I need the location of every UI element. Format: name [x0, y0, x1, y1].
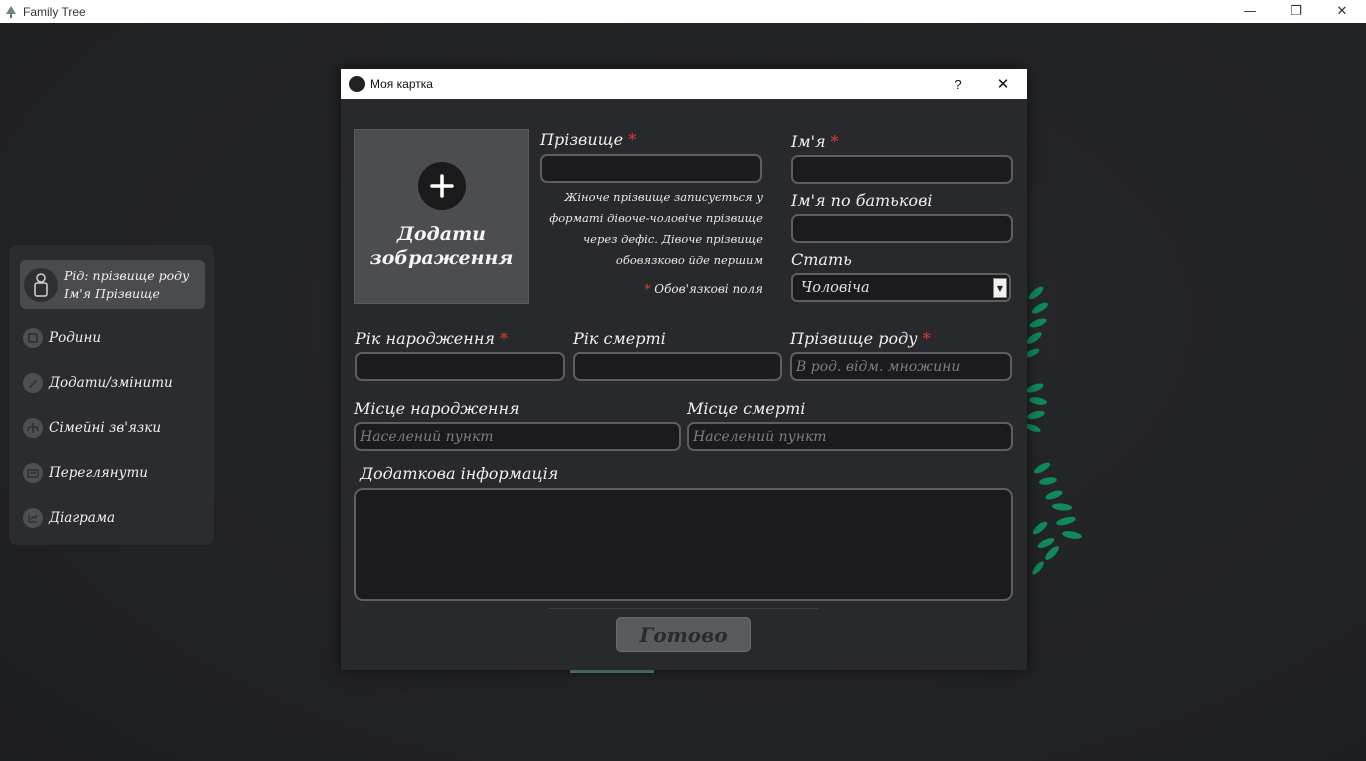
person-icon	[24, 267, 58, 302]
death-place-input[interactable]	[687, 422, 1013, 451]
surname-format-note: Жіноче прізвище записується у форматі ді…	[549, 190, 763, 267]
edit-icon	[23, 373, 43, 393]
nav-item-add-edit[interactable]: Додати/змінити	[23, 371, 208, 395]
add-image-label: Додати зображення	[370, 222, 514, 270]
sex-select-value: Чоловіча	[801, 279, 870, 296]
birth-place-input[interactable]	[354, 422, 681, 451]
birth-year-input[interactable]	[355, 352, 565, 381]
sex-select[interactable]: Чоловіча ▼	[791, 273, 1011, 302]
nav-label-add-edit: Додати/змінити	[49, 375, 173, 391]
required-mark: *	[500, 329, 509, 348]
required-mark: *	[628, 130, 637, 149]
nav-item-families[interactable]: Родини	[23, 326, 208, 350]
nav-label-families: Родини	[49, 330, 102, 346]
divider	[548, 608, 818, 609]
dialog-close-button[interactable]: ✕	[989, 69, 1017, 99]
maximize-button[interactable]: ❐	[1273, 0, 1319, 23]
view-icon	[23, 463, 43, 483]
dialog-title: Моя картка	[370, 77, 433, 91]
chevron-down-icon[interactable]: ▼	[993, 278, 1007, 298]
nav-item-relations[interactable]: Сімейні зв'язки	[23, 416, 208, 440]
diagram-icon	[23, 508, 43, 528]
close-window-button[interactable]: ✕	[1319, 0, 1365, 23]
patronymic-input[interactable]	[791, 214, 1013, 243]
add-image-button[interactable]: Додати зображення	[354, 129, 529, 304]
required-fields-note: * Обов'язкові поля	[601, 282, 763, 296]
required-mark: *	[644, 282, 651, 296]
birth-place-label: Місце народження	[354, 399, 520, 418]
add-image-label-line2: зображення	[369, 247, 514, 269]
required-note-text: Обов'язкові поля	[654, 282, 763, 296]
birth-year-label-text: Рік народження	[355, 329, 495, 348]
nav-label-view: Переглянути	[49, 465, 148, 481]
my-card-dialog: Моя картка ? ✕ Додати зображення Прізвищ…	[341, 69, 1027, 670]
profile-family-line: Рід: прізвище роду	[64, 267, 190, 283]
death-year-input[interactable]	[573, 352, 782, 381]
tree-app-icon	[6, 5, 16, 18]
help-button[interactable]: ?	[946, 69, 970, 99]
dialog-app-icon	[349, 76, 365, 92]
surname-label-text: Прізвище	[540, 130, 624, 149]
profile-name-line: Ім'я Прізвище	[64, 285, 160, 301]
profile-card[interactable]: Рід: прізвище роду Ім'я Прізвище	[20, 260, 205, 309]
family-name-label-text: Прізвище роду	[790, 329, 918, 348]
nav-label-diagram: Діаграма	[49, 510, 116, 526]
minimize-button[interactable]: —	[1227, 0, 1273, 23]
nav-item-view[interactable]: Переглянути	[23, 461, 208, 485]
profile-text: Рід: прізвище роду Ім'я Прізвище	[64, 267, 189, 303]
surname-label: Прізвище *	[540, 130, 636, 149]
birth-year-label: Рік народження *	[355, 329, 508, 348]
first-name-label: Ім'я *	[791, 132, 839, 151]
add-image-label-line1: Додати	[396, 223, 486, 245]
death-year-label: Рік смерті	[573, 329, 666, 348]
done-button[interactable]: Готово	[616, 617, 751, 652]
surname-input[interactable]	[540, 154, 762, 183]
first-name-input[interactable]	[791, 155, 1013, 184]
death-place-label: Місце смерті	[687, 399, 806, 418]
patronymic-label: Ім'я по батькові	[791, 191, 933, 210]
window-titlebar: Family Tree — ❐ ✕	[0, 0, 1366, 23]
family-icon	[23, 328, 43, 348]
family-name-label: Прізвище роду *	[790, 329, 931, 348]
extra-info-label: Додаткова інформація	[360, 464, 559, 483]
required-mark: *	[830, 132, 839, 151]
family-name-input[interactable]	[790, 352, 1012, 381]
dialog-titlebar: Моя картка ? ✕	[341, 69, 1027, 99]
app-title: Family Tree	[23, 4, 86, 19]
nav-label-relations: Сімейні зв'язки	[49, 420, 162, 436]
extra-info-textarea[interactable]	[354, 488, 1013, 601]
first-name-label-text: Ім'я	[791, 132, 826, 151]
relations-icon	[23, 418, 43, 438]
nav-item-diagram[interactable]: Діаграма	[23, 506, 208, 530]
sex-label: Стать	[791, 250, 852, 269]
plus-icon	[417, 162, 466, 210]
sidebar: Рід: прізвище роду Ім'я Прізвище Родини …	[9, 245, 214, 545]
required-mark: *	[922, 329, 931, 348]
